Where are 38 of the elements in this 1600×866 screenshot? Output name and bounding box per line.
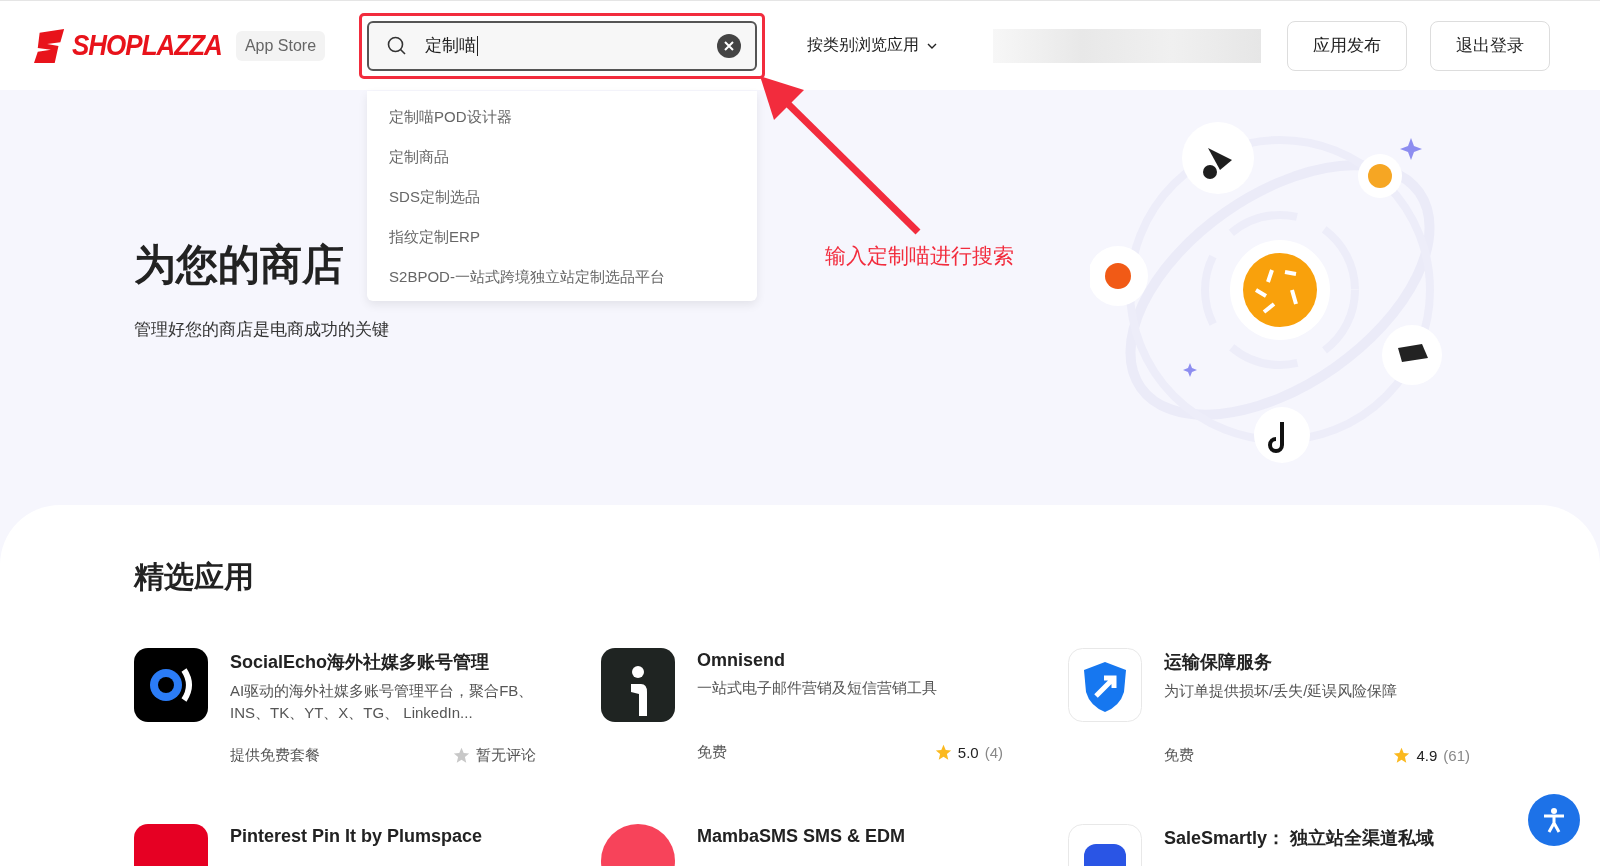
app-name[interactable]: Pinterest Pin It by Plumspace xyxy=(230,826,534,847)
chevron-down-icon xyxy=(927,42,938,49)
rating-score: 5.0 xyxy=(957,744,979,761)
app-name[interactable]: Omnisend xyxy=(697,650,1003,671)
app-pricing: 免费 xyxy=(1164,746,1194,765)
app-icon[interactable] xyxy=(134,648,208,722)
review-count: (61) xyxy=(1443,747,1470,764)
header-button[interactable]: 退出登录 xyxy=(1430,20,1551,71)
search-field[interactable]: 定制喵 xyxy=(367,20,758,71)
app-pricing: 提供免费套餐 xyxy=(230,746,320,765)
no-reviews-text: 暂无评论 xyxy=(476,746,536,765)
app-name[interactable]: MambaSMS SMS & EDM xyxy=(697,826,1001,847)
suggestion-item[interactable]: S2BPOD-一站式跨境独立站定制选品平台 xyxy=(367,256,758,297)
logo-text[interactable]: SHOPLAZZA xyxy=(72,27,222,64)
app-icon[interactable] xyxy=(601,648,675,722)
rating-score: 4.9 xyxy=(1416,747,1438,764)
category-menu[interactable]: 按类别浏览应用 xyxy=(807,35,938,56)
suggestion-item[interactable]: 定制喵POD设计器 xyxy=(367,96,758,137)
app-store-badge: App Store xyxy=(235,30,326,61)
hero-subtitle: 管理好您的商店是电商成功的关键 xyxy=(134,319,389,342)
suggestion-item[interactable]: SDS定制选品 xyxy=(367,176,758,217)
suggestion-item[interactable]: 指纹定制ERP xyxy=(367,216,758,257)
logo-mark-icon xyxy=(34,27,66,64)
header-button[interactable]: 应用发布 xyxy=(1287,20,1408,71)
app-name[interactable]: SaleSmartly： 独立站全渠道私域 xyxy=(1164,826,1468,850)
app-name[interactable]: SocialEcho海外社媒多账号管理 xyxy=(230,650,536,674)
app-name[interactable]: 运输保障服务 xyxy=(1164,650,1470,674)
clear-icon[interactable] xyxy=(717,33,742,58)
app-description: 为订单提供损坏/丢失/延误风险保障 xyxy=(1164,681,1399,701)
suggestion-item[interactable]: 定制商品 xyxy=(367,136,758,177)
app-pricing: 免费 xyxy=(697,743,727,762)
annotation-label: 输入定制喵进行搜索 xyxy=(825,243,1014,269)
app-description: 一站式电子邮件营销及短信营销工具 xyxy=(697,678,938,698)
review-count: (4) xyxy=(984,744,1003,761)
search-icon xyxy=(387,35,408,56)
hero-title: 为您的商店 xyxy=(134,242,345,289)
app-description: AI驱动的海外社媒多账号管理平台，聚合FB、INS、TK、YT、X、TG、 LinkedIn... xyxy=(230,681,535,723)
section-title: 精选应用 xyxy=(134,559,255,595)
